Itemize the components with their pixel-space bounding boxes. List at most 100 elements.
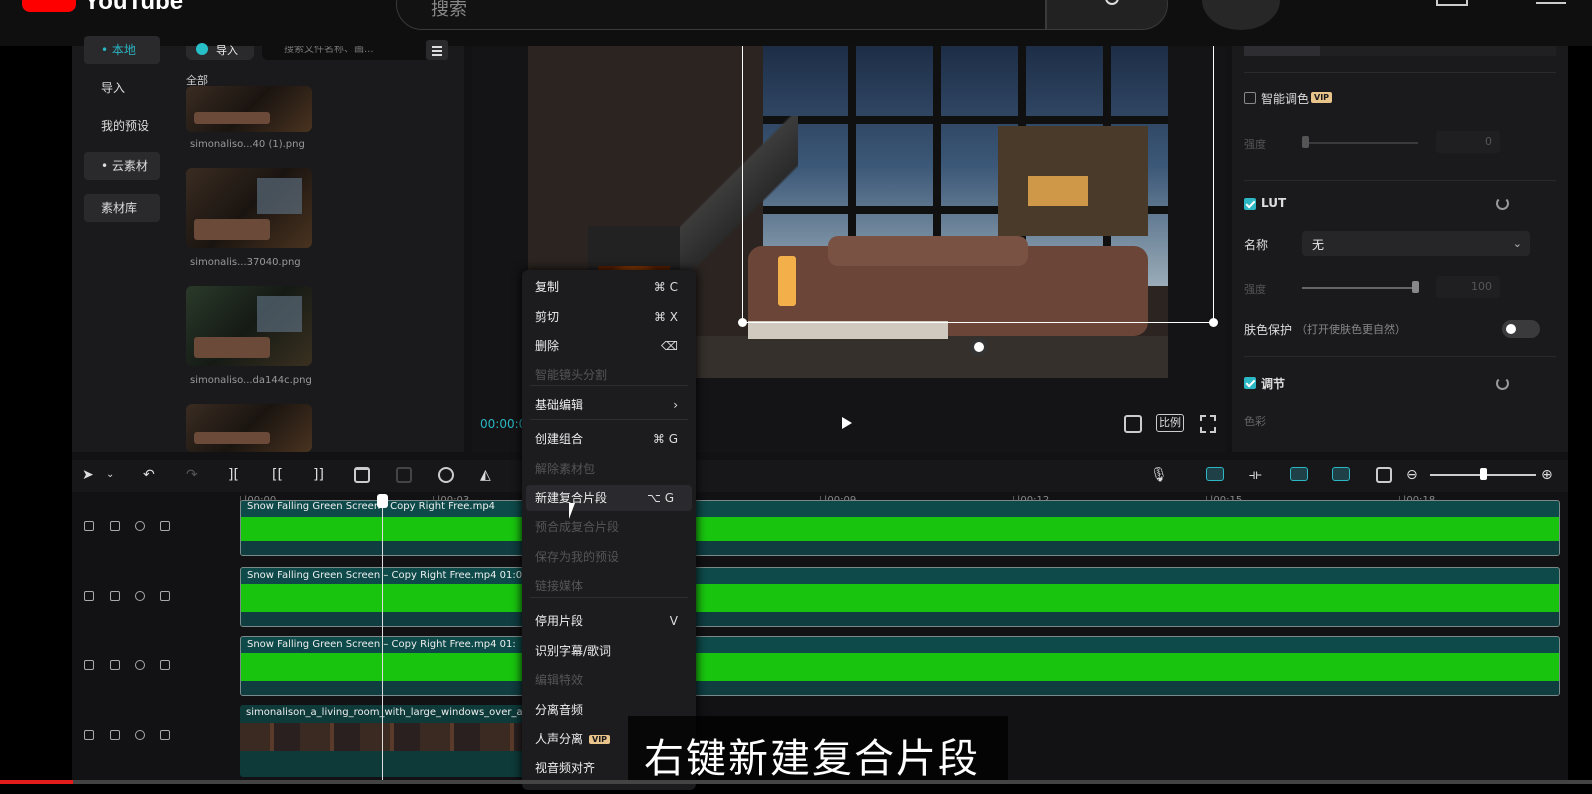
menu-item: 预合成复合片段 (522, 514, 696, 540)
video-clip[interactable]: Snow Falling Green Screen – Copy Right F… (240, 636, 1560, 696)
zoom-in-icon[interactable]: ⊕ (1541, 466, 1553, 484)
resize-handle[interactable] (1209, 318, 1218, 327)
chevron-down-icon[interactable]: ⌄ (106, 466, 114, 484)
undo-icon[interactable]: ↶ (143, 466, 155, 484)
slider-thumb[interactable] (1412, 281, 1419, 293)
speaker-icon[interactable] (160, 660, 170, 670)
selection-box[interactable] (738, 46, 1218, 327)
split-right-icon[interactable]: ]] (313, 466, 324, 484)
menu-item[interactable]: 基础编辑 › (522, 392, 696, 418)
rotate-icon[interactable] (970, 338, 988, 356)
tab-active[interactable] (1244, 46, 1320, 56)
zoom-thumb[interactable] (1480, 468, 1487, 480)
lock-icon[interactable] (110, 660, 120, 670)
playhead[interactable] (377, 494, 388, 784)
media-thumb-2[interactable] (186, 168, 312, 248)
eye-icon[interactable] (135, 730, 145, 740)
redo-icon[interactable]: ↷ (186, 466, 198, 484)
track-header (84, 730, 174, 744)
strength-slider-1[interactable] (1302, 142, 1418, 144)
nav-library[interactable]: 素材库 (84, 194, 160, 222)
menu-item[interactable]: 复制 ⌘ C (522, 274, 696, 300)
split-icon[interactable]: ][ (228, 466, 239, 484)
reset-icon[interactable] (1496, 197, 1509, 210)
menu-icon[interactable] (426, 40, 448, 60)
image-clip[interactable]: simonalison_a_living_room_with_large_win… (240, 705, 530, 777)
slider-thumb[interactable] (1302, 136, 1309, 148)
menu-item-label: 预合成复合片段 (535, 520, 620, 534)
fullscreen-icon[interactable] (1200, 415, 1216, 433)
media-search-input[interactable]: 搜索文件名称、画... (262, 46, 436, 60)
lut-checkbox[interactable] (1244, 198, 1256, 210)
youtube-logo-icon[interactable] (22, 0, 76, 12)
search-placeholder: 搜索 (431, 0, 467, 20)
menu-item-label: 剪切 (535, 310, 560, 324)
delete-icon[interactable] (354, 467, 370, 483)
media-search-placeholder: 搜索文件名称、画... (284, 46, 374, 55)
lut-name-value: 无 (1312, 238, 1325, 252)
linkage-icon[interactable] (1290, 467, 1308, 481)
track-header (84, 660, 174, 674)
menu-item[interactable]: 删除 ⌫ (522, 333, 696, 359)
nav-cloud[interactable]: • 云素材 (84, 152, 160, 180)
menu-item[interactable]: 新建复合片段 ⌥ G (526, 485, 692, 511)
lut-name-select[interactable]: 无 ⌄ (1302, 231, 1530, 256)
freeze-icon[interactable] (396, 467, 412, 483)
video-progress-bar[interactable] (0, 780, 1592, 784)
strength-value-2[interactable]: 100 (1436, 276, 1500, 298)
eye-icon[interactable] (135, 591, 145, 601)
adjust-checkbox[interactable] (1244, 377, 1256, 389)
menu-item[interactable]: 识别字幕/歌词 (522, 638, 696, 664)
strength-value-1[interactable]: 0 (1436, 131, 1500, 153)
nav-my-presets[interactable]: 我的预设 (84, 112, 160, 140)
reverse-icon[interactable] (438, 467, 454, 483)
zoom-out-icon[interactable]: ⊖ (1406, 466, 1418, 484)
track-header (84, 591, 174, 605)
media-thumb-1[interactable] (186, 86, 312, 132)
resize-handle[interactable] (738, 318, 747, 327)
youtube-search-button[interactable] (1046, 0, 1168, 30)
select-tool-icon[interactable]: ➤ (82, 466, 94, 484)
menu-item-label: 创建组合 (535, 432, 584, 446)
microphone-icon[interactable]: 🎙 (1150, 466, 1168, 484)
mirror-icon[interactable]: ◭ (480, 466, 491, 484)
smart-color-checkbox[interactable] (1244, 92, 1256, 104)
lock-icon[interactable] (110, 730, 120, 740)
menu-item[interactable]: 创建组合 ⌘ G (522, 426, 696, 452)
youtube-search-input[interactable]: 搜索 (396, 0, 1046, 30)
reset-icon[interactable] (1496, 377, 1509, 390)
speaker-icon[interactable] (160, 521, 170, 531)
notifications-icon[interactable] (1536, 0, 1566, 4)
play-icon[interactable] (842, 417, 852, 429)
snap-icon[interactable]: ⟛ (1249, 466, 1262, 484)
skin-protect-toggle[interactable] (1502, 320, 1540, 338)
menu-item[interactable]: 剪切 ⌘ X (522, 304, 696, 330)
media-thumb-4[interactable] (186, 404, 312, 452)
preview-axis-icon[interactable] (1332, 467, 1350, 481)
nav-local[interactable]: • 本地 (84, 36, 160, 64)
video-clip[interactable]: Snow Falling Green Screen – Copy Right F… (240, 567, 1560, 627)
speaker-icon[interactable] (160, 591, 170, 601)
fit-view-icon[interactable] (1124, 415, 1142, 433)
import-button[interactable]: 导入 (186, 43, 254, 60)
media-thumb-3[interactable] (186, 286, 312, 366)
link-main-track-icon[interactable] (1206, 467, 1224, 481)
ratio-button[interactable]: 比例 (1156, 414, 1184, 432)
nav-import[interactable]: 导入 (84, 74, 160, 102)
menu-item-label: 编辑特效 (535, 673, 584, 687)
split-left-icon[interactable]: [[ (272, 466, 283, 484)
youtube-brand[interactable]: YouTube (84, 0, 183, 16)
eye-icon[interactable] (135, 660, 145, 670)
video-clip[interactable]: Snow Falling Green Screen - Copy Right F… (240, 500, 1560, 556)
menu-item[interactable]: 停用片段 V (522, 608, 696, 634)
caption-icon[interactable] (1376, 467, 1392, 483)
voice-search-button[interactable] (1202, 0, 1280, 30)
skin-protect-hint: （打开使肤色更自然） (1296, 323, 1406, 336)
strength-slider-2[interactable] (1302, 287, 1418, 289)
speaker-icon[interactable] (160, 730, 170, 740)
adjust-label: 调节 (1261, 377, 1286, 391)
lock-icon[interactable] (110, 521, 120, 531)
eye-icon[interactable] (135, 521, 145, 531)
create-icon[interactable] (1436, 0, 1468, 6)
lock-icon[interactable] (110, 591, 120, 601)
